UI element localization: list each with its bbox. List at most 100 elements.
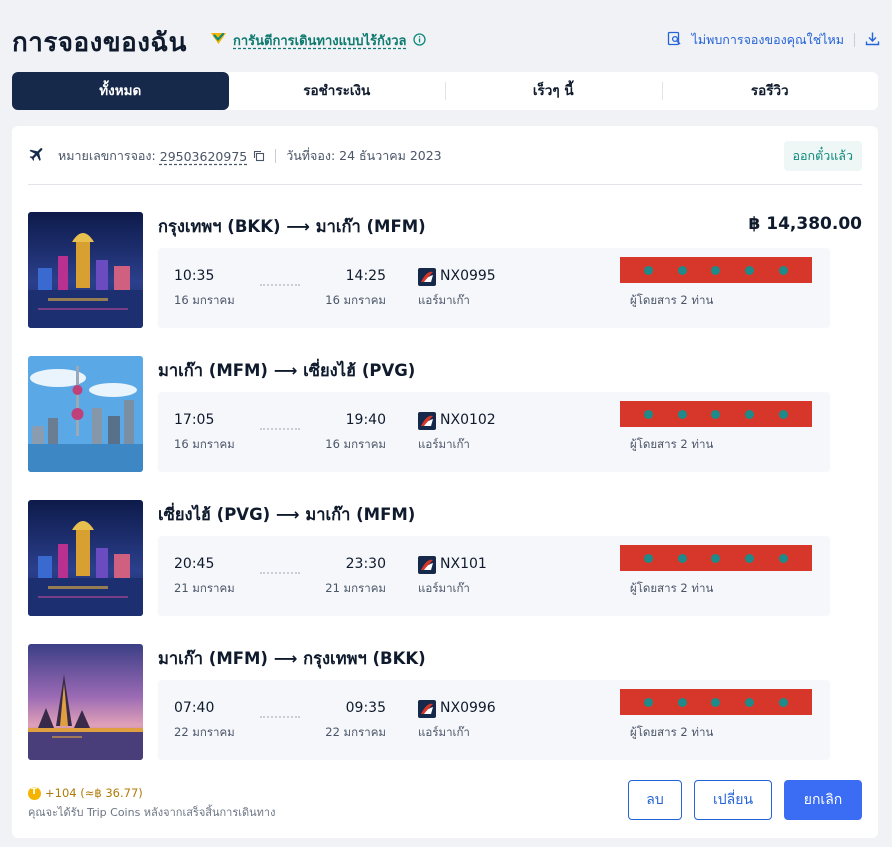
- arrival-time: 19:40: [345, 412, 386, 428]
- coins-note: คุณจะได้รับ Trip Coins หลังจากเสร็จสิ้นก…: [28, 806, 276, 819]
- guarantee-link[interactable]: การันตีการเดินทางแบบไร้กังวล: [233, 30, 407, 51]
- route-arrow-icon: ⟶: [273, 361, 298, 380]
- cancel-booking-button[interactable]: ยกเลิก: [784, 780, 862, 820]
- missing-booking-link[interactable]: ไม่พบการจองของคุณใช่ไหม: [692, 30, 844, 50]
- departure-date: 16 มกราคม: [174, 293, 235, 307]
- booking-tabs: ทั้งหมด รอชำระเงิน เร็วๆ นี้ รอรีวิว: [12, 72, 878, 110]
- divider: [275, 149, 277, 163]
- route-arrow-icon: ⟶: [273, 649, 298, 668]
- flight-details: 17:05 16 มกราคม 19:40 16 มกราคม NX0102 แ…: [158, 392, 830, 472]
- tab-upcoming[interactable]: เร็วๆ นี้: [445, 72, 662, 110]
- booking-header: หมายเลขการจอง: 29503620975 วันที่จอง: 24…: [28, 141, 862, 171]
- airline-logo-icon: [418, 412, 436, 430]
- connector-line: [260, 572, 300, 574]
- coin-icon: [28, 786, 41, 800]
- download-icon[interactable]: [865, 31, 880, 50]
- flight-details: 10:35 16 มกราคม 14:25 16 มกราคม NX0995 แ…: [158, 248, 830, 328]
- departure-date: 21 มกราคม: [174, 581, 235, 595]
- airline-name: แอร์มาเก๊า: [418, 437, 470, 451]
- page-title: การจองของฉัน: [12, 28, 187, 58]
- departure-time: 17:05: [174, 412, 215, 428]
- route-title: มาเก๊า (MFM) ⟶ กรุงเทพฯ (BKK): [158, 646, 426, 672]
- route-title: มาเก๊า (MFM) ⟶ เซี่ยงไฮ้ (PVG): [158, 358, 415, 384]
- destination-image-bangkok: [28, 644, 143, 760]
- flight-segment[interactable]: มาเก๊า (MFM) ⟶ เซี่ยงไฮ้ (PVG) 17:05 16 …: [28, 356, 862, 474]
- route-title: กรุงเทพฯ (BKK) ⟶ มาเก๊า (MFM): [158, 214, 426, 240]
- coins-amount: +104 (≈฿ 36.77): [45, 786, 143, 800]
- redacted-passenger-names: [620, 689, 812, 715]
- route-origin: มาเก๊า (MFM): [158, 649, 268, 668]
- route-arrow-icon: ⟶: [275, 505, 300, 524]
- destination-image-macau: [28, 212, 143, 328]
- flight-details: 07:40 22 มกราคม 09:35 22 มกราคม NX0996 แ…: [158, 680, 830, 760]
- redacted-passenger-names: [620, 401, 812, 427]
- arrival-time: 23:30: [345, 556, 386, 572]
- route-origin: มาเก๊า (MFM): [158, 361, 268, 380]
- connector-line: [260, 284, 300, 286]
- total-price: ฿ 14,380.00: [748, 214, 862, 234]
- departure-date: 22 มกราคม: [174, 725, 235, 739]
- flight-segment[interactable]: เซี่ยงไฮ้ (PVG) ⟶ มาเก๊า (MFM) 20:45 21 …: [28, 500, 862, 618]
- route-title: เซี่ยงไฮ้ (PVG) ⟶ มาเก๊า (MFM): [158, 502, 415, 528]
- arrival-date: 16 มกราคม: [325, 293, 386, 307]
- arrival-time: 09:35: [345, 700, 386, 716]
- route-origin: เซี่ยงไฮ้ (PVG): [158, 505, 271, 524]
- change-button[interactable]: เปลี่ยน: [694, 780, 772, 820]
- arrival-time: 14:25: [345, 268, 386, 284]
- destination-image-macau: [28, 500, 143, 616]
- arrival-date: 16 มกราคม: [325, 437, 386, 451]
- departure-date: 16 มกราคม: [174, 437, 235, 451]
- trip-coins: +104 (≈฿ 36.77): [28, 786, 143, 800]
- arrival-date: 21 มกราคม: [325, 581, 386, 595]
- airline-name: แอร์มาเก๊า: [418, 293, 470, 307]
- route-destination: มาเก๊า (MFM): [305, 505, 416, 524]
- passenger-count: ผู้โดยสาร 2 ท่าน: [630, 725, 714, 739]
- airplane-icon: [28, 145, 46, 167]
- booking-date: วันที่จอง: 24 ธันวาคม 2023: [286, 148, 442, 163]
- airline-name: แอร์มาเก๊า: [418, 581, 470, 595]
- route-arrow-icon: ⟶: [286, 217, 310, 236]
- copy-icon[interactable]: [253, 147, 265, 166]
- info-circle-icon[interactable]: [412, 31, 426, 50]
- redacted-passenger-names: [620, 545, 812, 571]
- flight-number: NX0995: [440, 268, 496, 284]
- arrival-date: 22 มกราคม: [325, 725, 386, 739]
- airline-logo-icon: [418, 268, 436, 286]
- tab-pending-payment[interactable]: รอชำระเงิน: [229, 72, 446, 110]
- airline-logo-icon: [418, 556, 436, 574]
- airline-name: แอร์มาเก๊า: [418, 725, 470, 739]
- booking-card: หมายเลขการจอง: 29503620975 วันที่จอง: 24…: [12, 126, 878, 838]
- destination-image-shanghai: [28, 356, 143, 472]
- flight-segment[interactable]: มาเก๊า (MFM) ⟶ กรุงเทพฯ (BKK) 07:40 22 ม…: [28, 644, 862, 762]
- tab-awaiting-review[interactable]: รอรีวิว: [661, 72, 879, 110]
- route-origin: กรุงเทพฯ (BKK): [158, 217, 281, 236]
- delete-button[interactable]: ลบ: [628, 780, 682, 820]
- tab-all[interactable]: ทั้งหมด: [12, 72, 229, 110]
- flight-details: 20:45 21 มกราคม 23:30 21 มกราคม NX101 แอ…: [158, 536, 830, 616]
- airline-logo-icon: [418, 700, 436, 718]
- route-destination: มาเก๊า (MFM): [315, 217, 426, 236]
- passenger-count: ผู้โดยสาร 2 ท่าน: [630, 437, 714, 451]
- header-actions: ไม่พบการจองของคุณใช่ไหม: [667, 30, 880, 50]
- flight-number: NX0102: [440, 412, 496, 428]
- flight-number: NX101: [440, 556, 487, 572]
- status-badge: ออกตั๋วแล้ว: [783, 141, 862, 171]
- route-destination: กรุงเทพฯ (BKK): [303, 649, 426, 668]
- flight-number: NX0996: [440, 700, 496, 716]
- booking-number-label: หมายเลขการจอง:: [58, 148, 156, 163]
- divider: [854, 33, 855, 47]
- redacted-passenger-names: [620, 257, 812, 283]
- flight-segment[interactable]: กรุงเทพฯ (BKK) ⟶ มาเก๊า (MFM) ฿ 14,380.0…: [28, 212, 862, 330]
- route-destination: เซี่ยงไฮ้ (PVG): [303, 361, 416, 380]
- header-divider: [28, 184, 862, 185]
- search-document-icon[interactable]: [667, 31, 682, 50]
- booking-number[interactable]: 29503620975: [160, 149, 247, 164]
- passenger-count: ผู้โดยสาร 2 ท่าน: [630, 293, 714, 307]
- connector-line: [260, 428, 300, 430]
- connector-line: [260, 716, 300, 718]
- departure-time: 10:35: [174, 268, 215, 284]
- guarantee-banner: การันตีการเดินทางแบบไร้กังวล: [210, 30, 426, 51]
- shield-check-icon: [210, 31, 227, 50]
- departure-time: 20:45: [174, 556, 215, 572]
- passenger-count: ผู้โดยสาร 2 ท่าน: [630, 581, 714, 595]
